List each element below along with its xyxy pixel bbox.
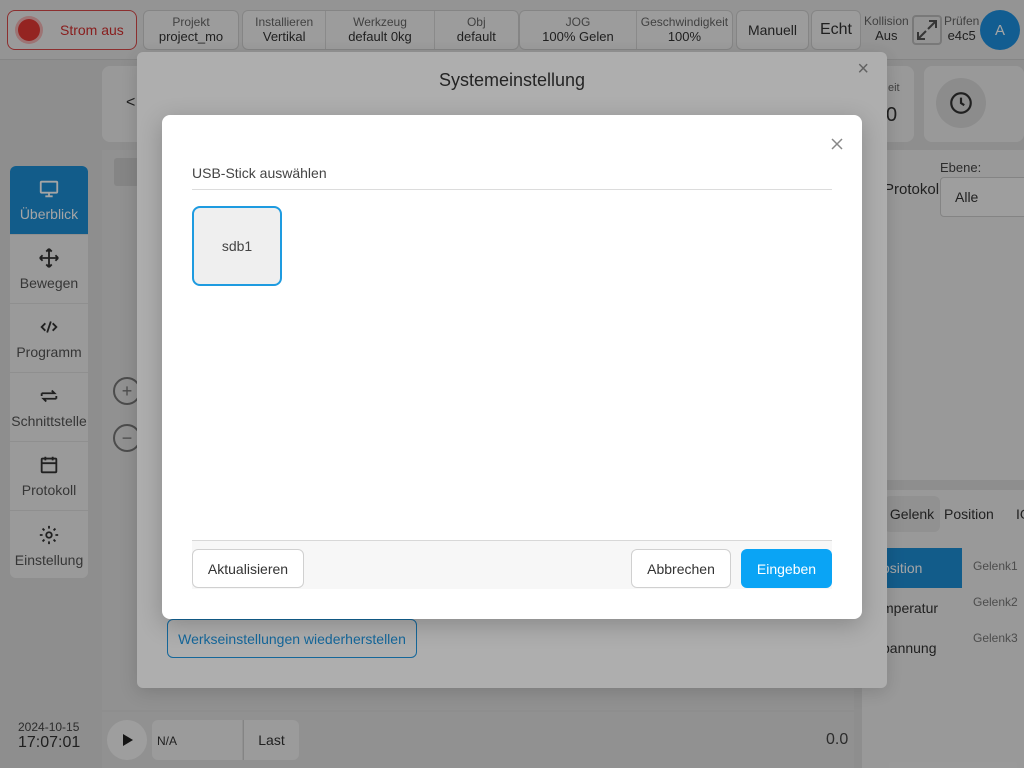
confirm-button[interactable]: Eingeben: [741, 549, 832, 588]
cancel-button[interactable]: Abbrechen: [631, 549, 731, 588]
divider: [192, 189, 832, 190]
close-icon[interactable]: [828, 135, 846, 153]
usb-select-dialog: USB-Stick auswählen sdb1 Aktualisieren A…: [162, 115, 862, 619]
dialog-title: USB-Stick auswählen: [192, 165, 327, 181]
refresh-button[interactable]: Aktualisieren: [192, 549, 304, 588]
usb-device-option[interactable]: sdb1: [192, 206, 282, 286]
